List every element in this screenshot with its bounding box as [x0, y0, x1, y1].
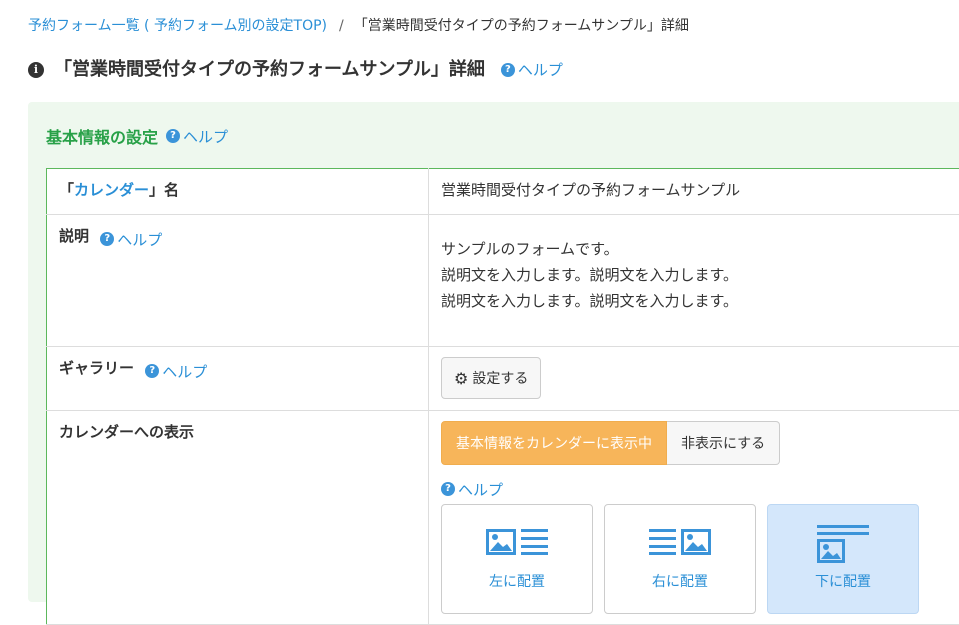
layout-right-card[interactable]: 右に配置 — [604, 504, 756, 614]
description-line: サンプルのフォームです。 — [441, 236, 955, 262]
breadcrumb-separator: / — [339, 18, 344, 34]
gallery-row: ギャラリー ? ヘルプ ⚙ 設定する — [47, 347, 959, 411]
layout-help: ? ヘルプ — [441, 477, 955, 500]
question-icon: ? — [501, 63, 515, 77]
layout-help-label: ヘルプ — [458, 479, 503, 500]
calendar-display-label: カレンダーへの表示 — [47, 411, 429, 625]
description-line: 説明文を入力します。説明文を入力します。 — [441, 288, 955, 314]
description-label: 説明 — [59, 227, 89, 245]
info-icon: i — [28, 62, 44, 78]
breadcrumb-current: 「営業時間受付タイプの予約フォームサンプル」詳細 — [354, 18, 689, 34]
panel-title-text: 基本情報の設定 — [46, 124, 158, 148]
gallery-help-link[interactable]: ? ヘルプ — [145, 361, 207, 382]
layout-bottom-label: 下に配置 — [768, 571, 918, 591]
layout-bottom-card[interactable]: 下に配置 — [767, 504, 919, 614]
page-help-label: ヘルプ — [518, 57, 563, 83]
description-line: 説明文を入力します。説明文を入力します。 — [441, 262, 955, 288]
gallery-label: ギャラリー — [59, 359, 134, 377]
gear-icon: ⚙ — [454, 369, 468, 388]
calendar-name-label: 「カレンダー」名 — [47, 169, 429, 215]
breadcrumb: 予約フォーム一覧 ( 予約フォーム別の設定TOP) / 「営業時間受付タイプの予約フ… — [28, 16, 689, 36]
gallery-help-label: ヘルプ — [162, 361, 207, 382]
settings-table: 「カレンダー」名 営業時間受付タイプの予約フォームサンプル 説明 ? ヘルプ サ… — [46, 168, 959, 625]
basic-info-panel: 基本情報の設定 ? ヘルプ 「カレンダー」名 営業時間受付タイプの予約フォームサ… — [28, 102, 959, 602]
panel-title: 基本情報の設定 ? ヘルプ — [46, 124, 228, 148]
gallery-value: ⚙ 設定する — [429, 347, 959, 411]
page-title: i 「営業時間受付タイプの予約フォームサンプル」詳細 ? ヘルプ — [28, 57, 563, 83]
image-left-icon — [486, 527, 548, 557]
calendar-link[interactable]: カレンダー — [74, 181, 149, 199]
calendar-display-value: 基本情報をカレンダーに表示中 非表示にする ? ヘルプ — [429, 411, 959, 625]
page-title-text: 「営業時間受付タイプの予約フォームサンプル」詳細 — [54, 57, 485, 83]
display-toggle-group: 基本情報をカレンダーに表示中 非表示にする — [441, 421, 955, 465]
layout-left-label: 左に配置 — [442, 571, 592, 591]
description-text: サンプルのフォームです。 説明文を入力します。説明文を入力します。 説明文を入力… — [441, 236, 955, 314]
page-help-link[interactable]: ? ヘルプ — [501, 57, 563, 83]
hide-button[interactable]: 非表示にする — [667, 421, 780, 465]
breadcrumb-parent-link[interactable]: 予約フォーム一覧 ( 予約フォーム別の設定TOP) — [28, 18, 327, 34]
calendar-name-value: 営業時間受付タイプの予約フォームサンプル — [429, 169, 959, 215]
layout-help-link[interactable]: ? ヘルプ — [441, 479, 503, 500]
layout-options: 左に配置 右に配置 — [441, 504, 955, 614]
question-icon: ? — [145, 364, 159, 378]
calendar-display-row: カレンダーへの表示 基本情報をカレンダーに表示中 非表示にする ? ヘルプ — [47, 411, 959, 625]
description-help-label: ヘルプ — [117, 229, 162, 250]
gallery-settings-button[interactable]: ⚙ 設定する — [441, 357, 541, 399]
description-help-link[interactable]: ? ヘルプ — [100, 229, 162, 250]
gallery-settings-label: 設定する — [472, 368, 528, 388]
gallery-label-cell: ギャラリー ? ヘルプ — [47, 347, 429, 411]
show-on-calendar-button[interactable]: 基本情報をカレンダーに表示中 — [441, 421, 667, 465]
question-icon: ? — [166, 129, 180, 143]
label-bracket-close: 」名 — [149, 181, 179, 199]
image-bottom-icon — [817, 525, 869, 565]
layout-right-label: 右に配置 — [605, 571, 755, 591]
description-value: サンプルのフォームです。 説明文を入力します。説明文を入力します。 説明文を入力… — [429, 215, 959, 347]
description-label-cell: 説明 ? ヘルプ — [47, 215, 429, 347]
label-bracket-open: 「 — [59, 181, 74, 199]
panel-help-label: ヘルプ — [183, 126, 228, 147]
layout-left-card[interactable]: 左に配置 — [441, 504, 593, 614]
calendar-name-row: 「カレンダー」名 営業時間受付タイプの予約フォームサンプル — [47, 169, 959, 215]
image-right-icon — [649, 527, 711, 557]
panel-help-link[interactable]: ? ヘルプ — [166, 126, 228, 147]
description-row: 説明 ? ヘルプ サンプルのフォームです。 説明文を入力します。説明文を入力しま… — [47, 215, 959, 347]
question-icon: ? — [441, 482, 455, 496]
question-icon: ? — [100, 232, 114, 246]
